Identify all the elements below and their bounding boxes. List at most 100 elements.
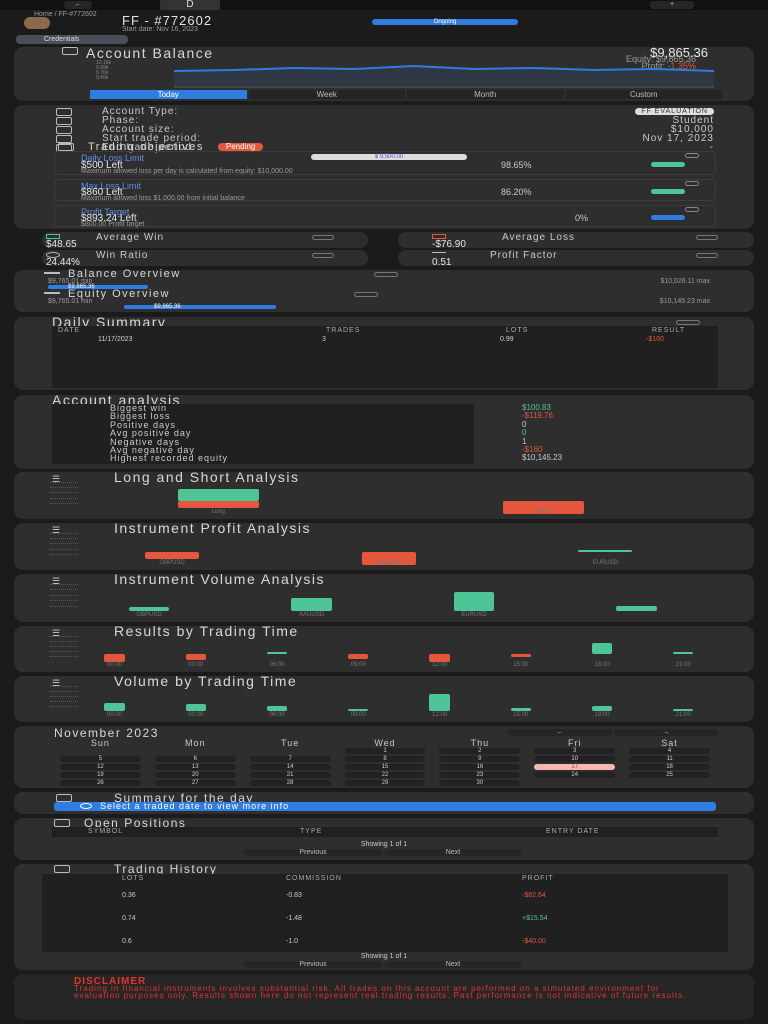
account-analysis-card: Account analysis Biggest win Biggest los… (14, 392, 754, 469)
column-header: RESULT (652, 326, 686, 334)
calendar-day[interactable]: 17 (534, 764, 616, 770)
info-icon[interactable] (685, 153, 699, 158)
calendar-day[interactable]: 27 (154, 780, 236, 786)
info-icon[interactable] (696, 253, 718, 258)
status-indicator-icon (651, 189, 685, 194)
chart-bar[interactable] (266, 705, 288, 711)
chart-bar[interactable] (578, 549, 633, 552)
calendar-weekdays: Sun Mon Tue Wed Thu Fri Sat (60, 738, 710, 748)
table-cell: 0.36 (122, 892, 136, 899)
calendar-day[interactable]: 2 (439, 748, 521, 754)
objectives-icon (58, 143, 74, 151)
calendar-day[interactable]: 26 (60, 780, 141, 786)
objective-profit-target: Profit Target $893.24 Left $800.00 Profi… (54, 205, 716, 228)
info-icon[interactable] (685, 207, 699, 212)
back-button[interactable]: ← (64, 1, 92, 9)
calendar-day[interactable]: 24 (534, 772, 616, 778)
calendar-day[interactable]: 28 (249, 780, 331, 786)
table-row[interactable]: 0.74 -1.48 +$15.54 (42, 905, 728, 928)
calendar-next-button[interactable]: → (614, 729, 718, 736)
y-tick (50, 706, 78, 707)
calendar-day[interactable]: 12 (60, 764, 141, 770)
tab-today[interactable]: Today (90, 90, 247, 99)
chart-bar[interactable] (510, 654, 531, 657)
table-row[interactable]: 0.6 -1.0 -$40.00 (42, 928, 728, 951)
calendar-day[interactable]: 10 (534, 756, 616, 762)
previous-button[interactable]: Previous (244, 961, 382, 968)
category-label: Long (211, 509, 225, 515)
tab-week[interactable]: Week (248, 90, 405, 99)
calendar-day[interactable]: 6 (154, 756, 236, 762)
y-tick (50, 656, 78, 657)
chart-bar[interactable] (616, 606, 657, 611)
chart-bar[interactable] (348, 709, 369, 711)
weekday-label: Fri (567, 738, 582, 748)
chart-bar[interactable] (510, 707, 531, 711)
info-icon[interactable] (696, 235, 718, 240)
calendar-day[interactable]: 30 (439, 780, 521, 786)
calendar-day[interactable]: 21 (249, 772, 331, 778)
next-button[interactable]: Next (384, 961, 522, 968)
info-icon[interactable] (312, 235, 334, 240)
chart-bar[interactable] (591, 705, 613, 711)
next-button[interactable]: Next (384, 849, 522, 856)
chart-bar[interactable] (429, 693, 450, 711)
previous-button[interactable]: Previous (244, 849, 382, 856)
chart-bar[interactable] (177, 500, 259, 509)
calendar-day[interactable]: 11 (629, 756, 710, 762)
category-label: 06:00 (269, 712, 285, 718)
info-icon[interactable] (374, 272, 398, 277)
y-tick (50, 482, 78, 483)
calendar-day[interactable]: 5 (60, 756, 141, 762)
calendar-day[interactable]: 23 (439, 772, 521, 778)
chart-bar[interactable] (673, 709, 694, 711)
tab-month[interactable]: Month (407, 90, 564, 99)
calendar-day[interactable]: 13 (154, 764, 236, 770)
chart-bar[interactable] (591, 643, 613, 655)
chart-bar[interactable] (104, 703, 125, 711)
calendar-day[interactable]: 15 (344, 764, 426, 770)
calendar-day[interactable]: 18 (629, 764, 710, 770)
calendar-day-empty (629, 780, 710, 786)
info-icon[interactable] (676, 320, 700, 325)
menu-button[interactable]: + (650, 1, 694, 9)
chart-bar[interactable] (673, 652, 694, 655)
calendar-day[interactable]: 25 (629, 772, 710, 778)
calendar-day[interactable]: 8 (344, 756, 426, 762)
chart-bar[interactable] (185, 654, 206, 660)
calendar-prev-button[interactable]: ← (508, 729, 612, 736)
account-type-badge: FF EVALUATION (635, 108, 714, 115)
calendar-day[interactable]: 29 (344, 780, 426, 786)
calendar-day[interactable]: 4 (629, 748, 710, 754)
calendar-day[interactable]: 20 (154, 772, 236, 778)
chart-bar[interactable] (291, 597, 332, 611)
calendar-day[interactable]: 22 (344, 772, 426, 778)
chart-bar[interactable] (177, 489, 259, 501)
chart-bar[interactable] (128, 607, 170, 611)
calendar-day[interactable]: 1 (344, 748, 426, 754)
calendar-day[interactable]: 16 (439, 764, 521, 770)
stat-average-loss: Average Loss -$76.90 (398, 232, 754, 250)
info-icon[interactable] (354, 292, 378, 297)
calendar-day[interactable]: 19 (60, 772, 141, 778)
calendar-day[interactable]: 3 (534, 748, 616, 754)
info-icon[interactable] (312, 253, 334, 258)
column-header: DATE (58, 326, 81, 334)
table-row[interactable]: 0.36 -0.83 -$82.64 (42, 882, 728, 905)
tab-custom[interactable]: Custom (565, 90, 722, 99)
chart-bar[interactable] (348, 654, 369, 659)
instrument-volume-chart-card: ☰ Instrument Volume Analysis GBPUSD XAUUS… (14, 571, 754, 622)
calendar-day[interactable]: 14 (249, 764, 331, 770)
app-logo[interactable]: D (160, 0, 220, 10)
credentials-button[interactable]: Credentials (16, 35, 128, 44)
calendar-day[interactable]: 7 (249, 756, 331, 762)
chart-bar[interactable] (145, 551, 200, 560)
table-row[interactable]: 11/17/2023 3 0.99 -$160 (52, 334, 718, 344)
objective-pct: 86.20% (501, 187, 532, 197)
chart-bar[interactable] (185, 704, 206, 711)
info-icon[interactable] (685, 181, 699, 186)
chart-bar[interactable] (104, 654, 125, 662)
chart-bar[interactable] (453, 591, 495, 611)
chart-bar[interactable] (266, 652, 288, 655)
calendar-day[interactable]: 9 (439, 756, 521, 762)
